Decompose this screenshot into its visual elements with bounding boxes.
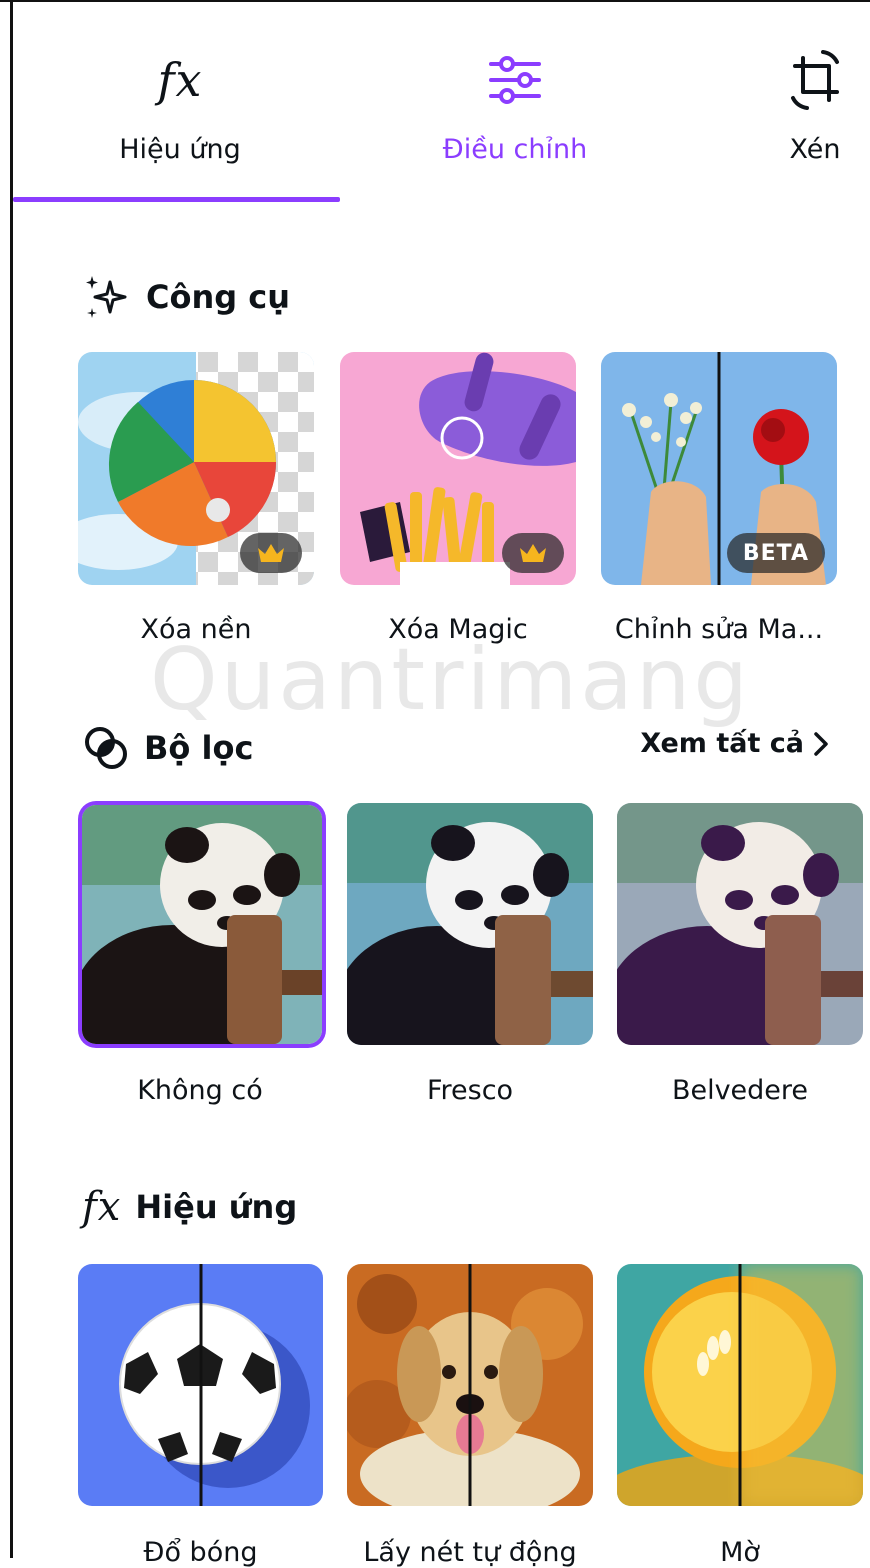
drop-shadow-thumbnail [78,1264,323,1506]
premium-badge [502,533,564,573]
filters-header: Bộ lọc [82,724,253,772]
see-all-filters-link[interactable]: Xem tất cả [640,728,830,759]
crown-icon [520,544,546,562]
beta-badge-label: BETA [742,540,809,566]
crown-icon [258,544,284,562]
effect-card-drop-shadow[interactable] [78,1264,323,1506]
tool-card-magic-erase[interactable] [340,352,576,585]
sparkle-icon [86,276,127,318]
beta-badge: BETA [726,533,825,573]
filter-card-belvedere[interactable] [617,803,863,1045]
watermark: Quantrimang [150,630,751,730]
tab-crop[interactable]: Xén [760,40,870,190]
blur-thumbnail [617,1264,863,1506]
active-tab-indicator [13,197,340,202]
filter-label-none: Không có [137,1075,263,1106]
premium-badge [240,533,302,573]
tab-effects[interactable]: fx Hiệu ứng [80,40,280,190]
effect-card-auto-focus[interactable] [347,1264,593,1506]
sliders-icon [489,56,541,104]
fx-icon: fx [157,53,203,107]
effect-label-blur: Mờ [720,1537,760,1568]
effects-header: fx Hiệu ứng [82,1184,297,1230]
auto-focus-thumbnail [347,1264,593,1506]
filter-icon [85,727,127,769]
tab-crop-label: Xén [789,134,841,165]
filter-card-none[interactable] [82,805,322,1044]
filter-card-fresco[interactable] [347,803,593,1045]
crop-icon [791,50,839,110]
chevron-right-icon [814,731,828,756]
filter-fresco-thumbnail [347,803,593,1045]
effect-label-drop-shadow: Đổ bóng [143,1537,258,1568]
tab-effects-label: Hiệu ứng [119,134,241,165]
tool-card-remove-bg[interactable] [78,352,314,585]
window-top-border [0,0,870,14]
tab-adjust-label: Điều chỉnh [442,134,588,165]
window-left-border [10,0,13,1558]
tool-card-magic-edit[interactable]: BETA [601,352,837,585]
effect-card-blur[interactable] [617,1264,863,1506]
tools-title: Công cụ [146,278,291,316]
see-all-label: Xem tất cả [640,728,804,759]
filter-label-belvedere: Belvedere [671,1075,809,1106]
filter-label-fresco: Fresco [426,1075,514,1106]
filter-none-thumbnail [82,805,322,1044]
filters-title: Bộ lọc [144,729,254,767]
tools-header: Công cụ [82,272,290,322]
effects-title: Hiệu ứng [135,1188,298,1226]
effect-label-auto-focus: Lấy nét tự động [363,1537,577,1568]
fx-icon: fx [82,1184,122,1230]
filter-belvedere-thumbnail [617,803,863,1045]
tab-adjust[interactable]: Điều chỉnh [415,40,615,190]
